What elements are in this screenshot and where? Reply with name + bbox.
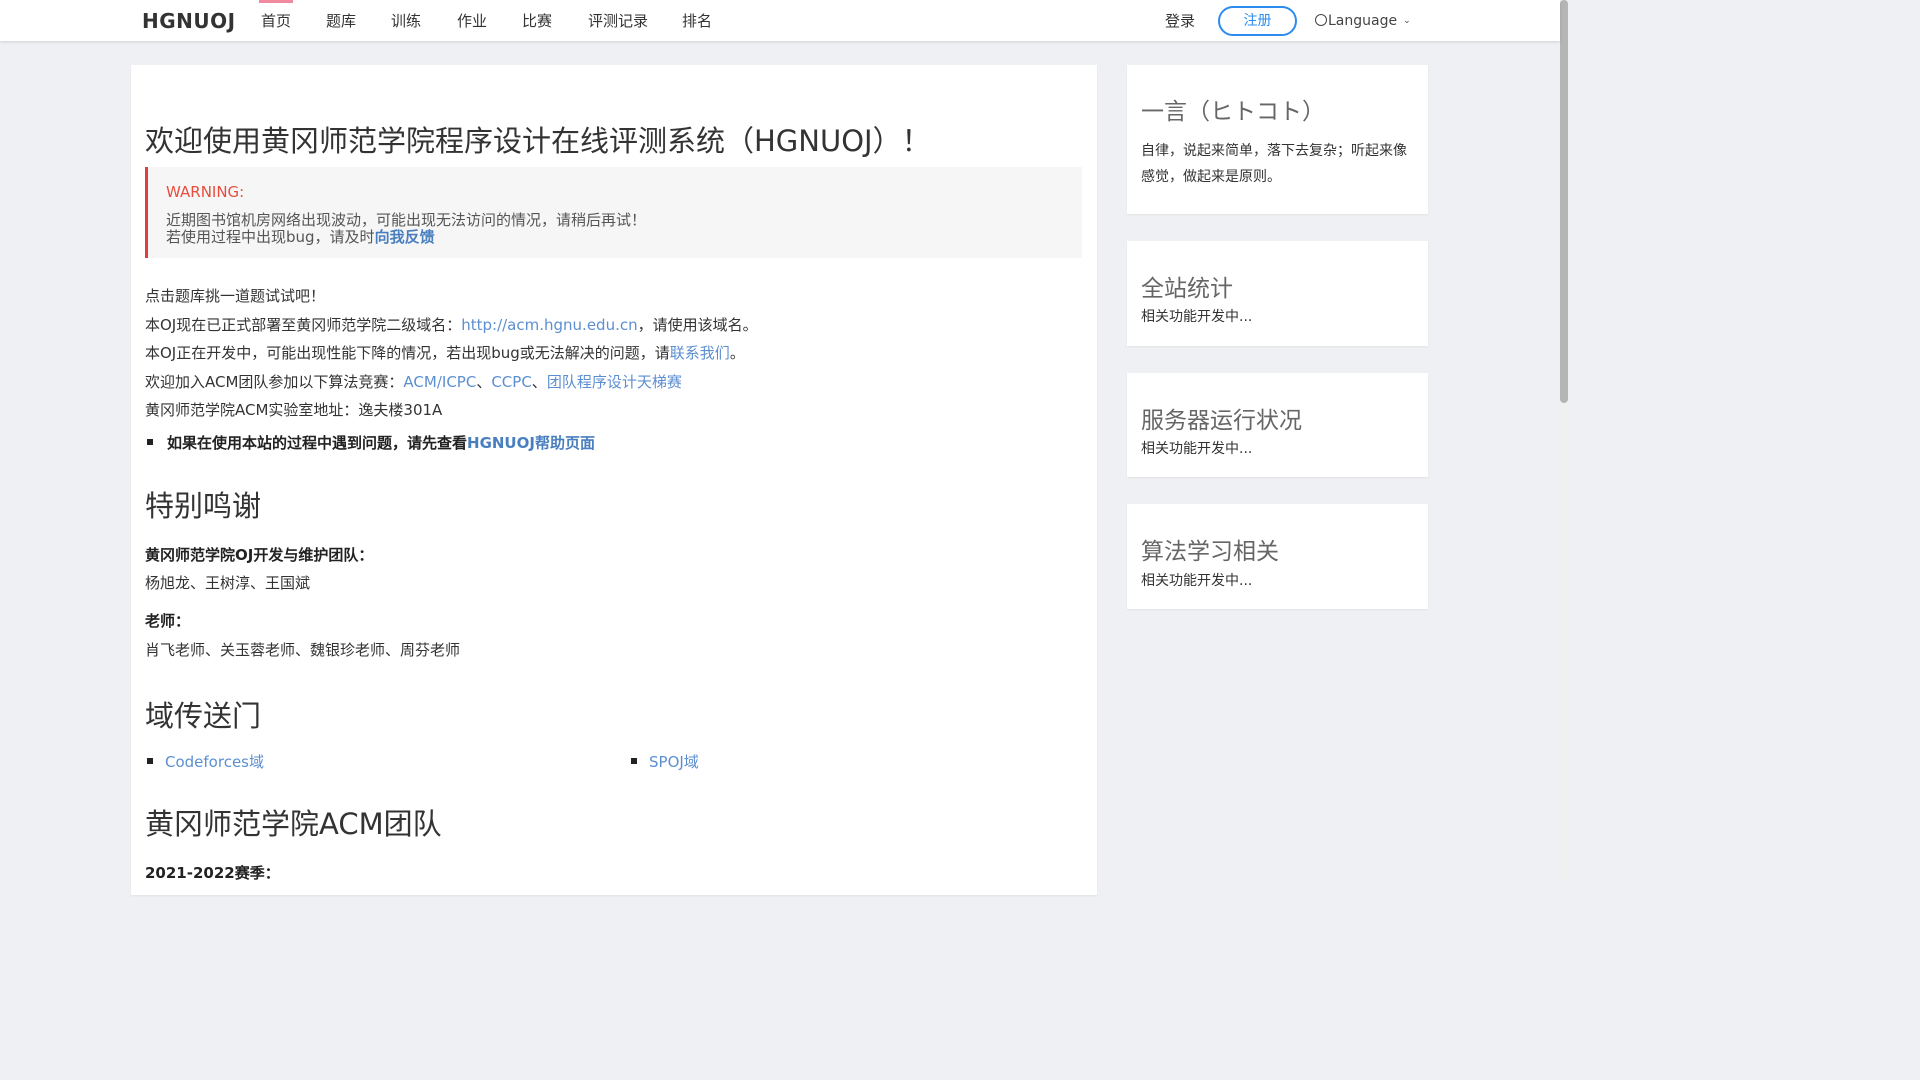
nav-item-homework[interactable]: 作业 bbox=[457, 0, 487, 41]
warning-box: WARNING: 近期图书馆机房网络出现波动，可能出现无法访问的情况，请稍后再试… bbox=[145, 167, 1082, 258]
nav-item-submissions[interactable]: 评测记录 bbox=[588, 0, 648, 41]
list-item: SPOJ域 bbox=[631, 751, 699, 772]
nav-item-problems[interactable]: 题库 bbox=[326, 0, 356, 41]
site-stats-title: 全站统计 bbox=[1141, 276, 1233, 302]
nav-item-rank[interactable]: 排名 bbox=[682, 0, 712, 41]
bullet-icon bbox=[631, 758, 637, 764]
nav-item-home[interactable]: 首页 bbox=[258, 0, 294, 41]
main-panel: 欢迎使用黄冈师范学院程序设计在线评测系统（HGNUOJ）！ WARNING: 近… bbox=[131, 65, 1097, 895]
separator: 、 bbox=[531, 373, 547, 391]
ccpc-link[interactable]: CCPC bbox=[491, 373, 531, 391]
domain-link[interactable]: http://acm.hgnu.edu.cn bbox=[461, 316, 637, 334]
bullet-icon bbox=[147, 758, 153, 764]
language-dropdown[interactable]: Language ⌄ bbox=[1315, 0, 1411, 43]
algorithm-title: 算法学习相关 bbox=[1141, 539, 1279, 565]
page-title: 欢迎使用黄冈师范学院程序设计在线评测系统（HGNUOJ）！ bbox=[145, 124, 931, 158]
scrollbar-thumb[interactable] bbox=[1560, 0, 1568, 403]
domain-notice-text: 本OJ现在已正式部署至黄冈师范学院二级域名： bbox=[145, 316, 462, 334]
intro-text: 点击题库挑一道题试试吧！ bbox=[145, 287, 326, 305]
icpc-link[interactable]: ACM/ICPC bbox=[403, 373, 476, 391]
contest-notice: 欢迎加入ACM团队参加以下算法竞赛：ACM/ICPC、CCPC、团队程序设计天梯… bbox=[145, 371, 682, 392]
login-link[interactable]: 登录 bbox=[1165, 0, 1195, 43]
warning-line-2-text: 若使用过程中出现bug，请及时 bbox=[166, 228, 375, 246]
server-status-text: 相关功能开发中... bbox=[1141, 441, 1253, 457]
globe-icon bbox=[1315, 14, 1327, 26]
season-label: 2021-2022赛季： bbox=[145, 864, 280, 882]
codeforces-link[interactable]: Codeforces域 bbox=[165, 753, 264, 771]
team-members: 杨旭龙、王树淳、王国斌 bbox=[145, 574, 311, 592]
algorithm-card: 算法学习相关 相关功能开发中... bbox=[1127, 504, 1428, 609]
domain-notice: 本OJ现在已正式部署至黄冈师范学院二级域名：http://acm.hgnu.ed… bbox=[145, 314, 758, 335]
server-status-title: 服务器运行状况 bbox=[1141, 408, 1302, 434]
team-label: 黄冈师范学院OJ开发与维护团队： bbox=[145, 546, 374, 564]
site-stats-card: 全站统计 相关功能开发中... bbox=[1127, 241, 1428, 346]
hitokoto-card: 一言（ヒトコト） 自律，说起来简单，落下去复杂；听起来像感觉，做起来是原则。 bbox=[1127, 65, 1428, 214]
help-page-link[interactable]: HGNUOJ帮助页面 bbox=[467, 434, 595, 452]
warning-line-2: 若使用过程中出现bug，请及时向我反馈 bbox=[166, 226, 435, 247]
nav-item-training[interactable]: 训练 bbox=[391, 0, 421, 41]
acm-heading: 黄冈师范学院ACM团队 bbox=[145, 807, 442, 841]
language-label: Language bbox=[1328, 13, 1398, 29]
site-logo[interactable]: HGNUOJ bbox=[142, 9, 236, 33]
hitokoto-text: 自律，说起来简单，落下去复杂；听起来像感觉，做起来是原则。 bbox=[1141, 143, 1407, 185]
help-bullet-text: 如果在使用本站的过程中遇到问题，请先查看 bbox=[167, 434, 468, 452]
hitokoto-title: 一言（ヒトコト） bbox=[1141, 99, 1325, 125]
algorithm-text: 相关功能开发中... bbox=[1141, 573, 1253, 589]
spoj-link[interactable]: SPOJ域 bbox=[649, 753, 699, 771]
dev-notice-text: 本OJ正在开发中，可能出现性能下降的情况，若出现bug或无法解决的问题，请 bbox=[145, 344, 670, 362]
domain-notice-suffix: ，请使用该域名。 bbox=[637, 316, 758, 334]
lab-address: 黄冈师范学院ACM实验室地址：逸夫楼301A bbox=[145, 401, 443, 419]
chevron-down-icon: ⌄ bbox=[1403, 16, 1411, 26]
contest-notice-text: 欢迎加入ACM团队参加以下算法竞赛： bbox=[145, 373, 404, 391]
separator: 、 bbox=[476, 373, 492, 391]
register-button[interactable]: 注册 bbox=[1218, 6, 1297, 36]
help-bullet: 如果在使用本站的过程中遇到问题，请先查看HGNUOJ帮助页面 bbox=[145, 432, 595, 453]
warning-title: WARNING: bbox=[166, 183, 245, 201]
contact-us-link[interactable]: 联系我们 bbox=[670, 344, 730, 362]
server-status-card: 服务器运行状况 相关功能开发中... bbox=[1127, 373, 1428, 477]
page-scrollbar[interactable] bbox=[1560, 0, 1568, 882]
thanks-heading: 特别鸣谢 bbox=[145, 489, 262, 523]
portal-heading: 域传送门 bbox=[145, 699, 262, 733]
nav-item-contest[interactable]: 比赛 bbox=[522, 0, 552, 41]
top-navbar: HGNUOJ 首页 题库 训练 作业 比赛 评测记录 排名 登录 注册 Lang… bbox=[0, 0, 1560, 41]
dev-notice-suffix: 。 bbox=[729, 344, 745, 362]
dev-notice: 本OJ正在开发中，可能出现性能下降的情况，若出现bug或无法解决的问题，请联系我… bbox=[145, 342, 745, 363]
gplt-link[interactable]: 团队程序设计天梯赛 bbox=[547, 373, 682, 391]
feedback-link[interactable]: 向我反馈 bbox=[375, 228, 435, 246]
bullet-icon bbox=[147, 439, 153, 445]
list-item: Codeforces域 bbox=[147, 751, 264, 772]
site-stats-text: 相关功能开发中... bbox=[1141, 309, 1253, 325]
teacher-label: 老师： bbox=[145, 612, 191, 630]
teacher-list: 肖飞老师、关玉蓉老师、魏银珍老师、周芬老师 bbox=[145, 641, 461, 659]
